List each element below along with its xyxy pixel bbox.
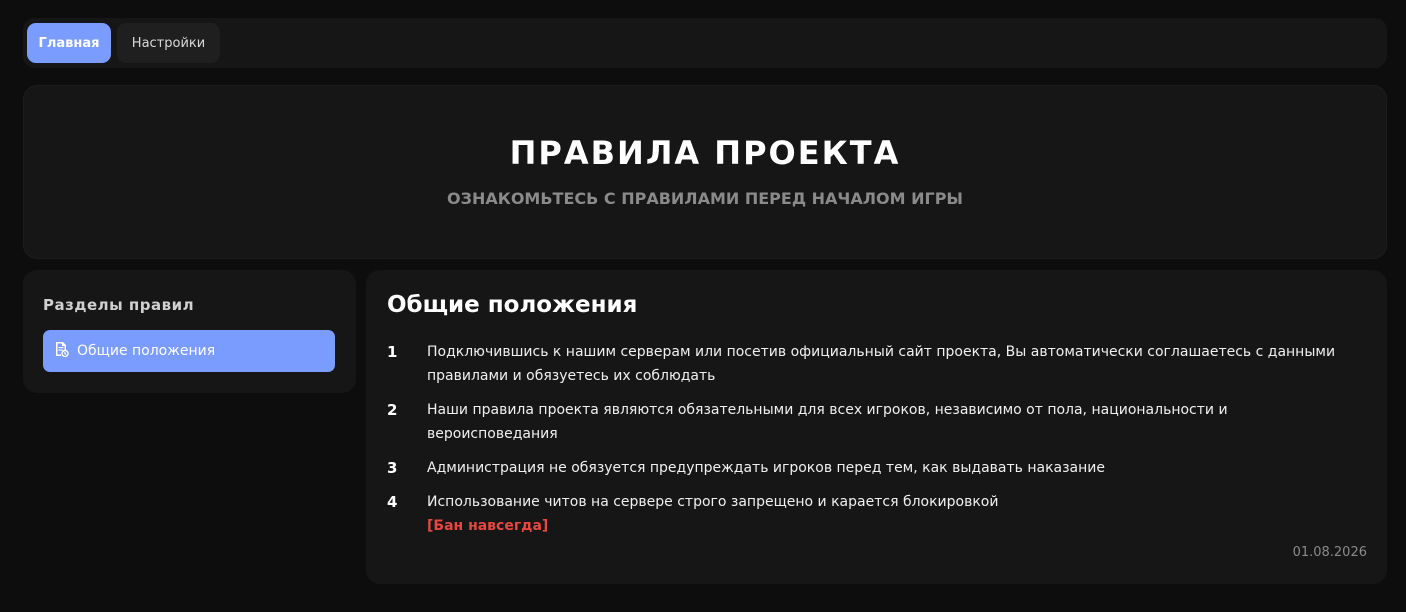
rule-text: Наши правила проекта являются обязательн… (427, 402, 1228, 442)
updated-date: 01.08.2026 (1292, 545, 1367, 560)
top-nav: Главная Настройки (23, 18, 1387, 68)
rule-number: 3 (387, 459, 398, 477)
sidebar-item-general[interactable]: Общие положения (43, 330, 335, 372)
rule-text: Использование читов на сервере строго за… (427, 494, 999, 510)
list-item: 1 Подключившись к нашим серверам или пос… (387, 342, 1347, 388)
rule-number: 4 (387, 493, 398, 511)
document-icon (53, 341, 69, 361)
hero-banner: ПРАВИЛА ПРОЕКТА ОЗНАКОМЬТЕСЬ С ПРАВИЛАМИ… (23, 85, 1387, 259)
page-subtitle: ОЗНАКОМЬТЕСЬ С ПРАВИЛАМИ ПЕРЕД НАЧАЛОМ И… (447, 189, 963, 208)
penalty-label: [Бан навсегда] (427, 518, 549, 534)
list-item: 4 Использование читов на сервере строго … (387, 492, 1347, 538)
list-item: 3 Администрация не обязуется предупрежда… (387, 458, 1347, 480)
sidebar-title: Разделы правил (43, 296, 195, 314)
list-item: 2 Наши правила проекта являются обязател… (387, 400, 1347, 446)
rule-text: Администрация не обязуется предупреждать… (427, 460, 1105, 476)
rule-number: 1 (387, 343, 398, 361)
rule-number: 2 (387, 401, 398, 419)
sidebar-item-label: Общие положения (77, 343, 216, 359)
page-title: ПРАВИЛА ПРОЕКТА (509, 134, 901, 172)
section-title: Общие положения (387, 292, 638, 318)
rules-list: 1 Подключившись к нашим серверам или пос… (387, 342, 1347, 550)
rules-sidebar: Разделы правил Общие положения (23, 270, 356, 393)
rules-content: Общие положения 1 Подключившись к нашим … (366, 270, 1387, 584)
tab-home[interactable]: Главная (27, 23, 111, 63)
tab-settings[interactable]: Настройки (117, 23, 220, 63)
rule-text: Подключившись к нашим серверам или посет… (427, 344, 1336, 384)
